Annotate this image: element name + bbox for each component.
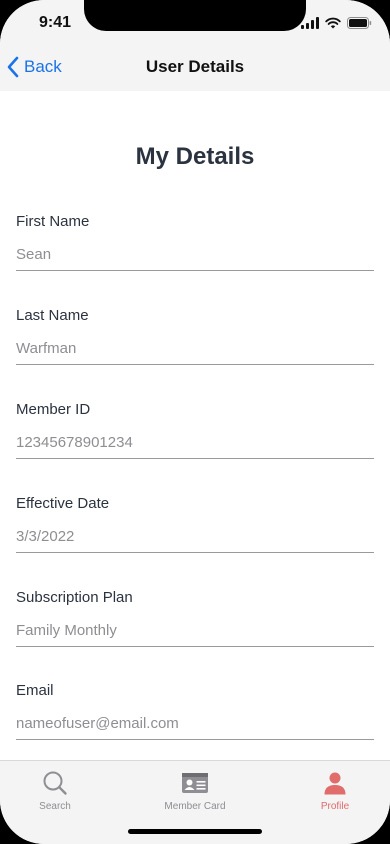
tab-label: Member Card <box>164 801 226 812</box>
field-label: Last Name <box>16 307 89 324</box>
effective-date-value[interactable]: 3/3/2022 <box>16 528 374 553</box>
id-card-icon <box>182 773 208 793</box>
search-icon <box>43 771 67 795</box>
person-icon <box>324 772 346 795</box>
field-label: Effective Date <box>16 495 110 512</box>
tab-label: Profile <box>320 801 350 812</box>
field-label: First Name <box>16 213 90 230</box>
tab-search[interactable]: Search <box>0 769 110 812</box>
member-id-field[interactable]: Member ID 12345678901234 <box>16 401 374 459</box>
field-label: Member ID <box>16 401 91 418</box>
email-value[interactable]: nameofuser@email.com <box>16 715 374 740</box>
effective-date-field[interactable]: Effective Date 3/3/2022 <box>16 495 374 553</box>
tab-member-card[interactable]: Member Card <box>140 769 250 812</box>
phone-screen: 9:41 Back User Details My Details First … <box>0 0 390 844</box>
tab-label: Search <box>39 801 71 812</box>
status-icons <box>301 16 372 30</box>
cellular-signal-icon <box>301 17 319 29</box>
battery-icon <box>347 17 372 29</box>
tab-profile[interactable]: Profile <box>280 769 390 812</box>
subscription-plan-field[interactable]: Subscription Plan Family Monthly <box>16 589 374 647</box>
first-name-value[interactable]: Sean <box>16 246 374 271</box>
page-title: My Details <box>135 143 255 170</box>
status-time: 9:41 <box>38 14 72 31</box>
member-id-value[interactable]: 12345678901234 <box>16 434 374 459</box>
nav-title: User Details <box>145 57 245 76</box>
field-label: Email <box>16 682 54 699</box>
last-name-value[interactable]: Warfman <box>16 340 374 365</box>
navigation-bar: Back User Details <box>0 44 390 91</box>
wifi-icon <box>325 17 341 29</box>
home-indicator[interactable] <box>128 829 262 834</box>
first-name-field[interactable]: First Name Sean <box>16 213 374 271</box>
field-label: Subscription Plan <box>16 589 133 606</box>
email-field[interactable]: Email nameofuser@email.com <box>16 682 374 740</box>
last-name-field[interactable]: Last Name Warfman <box>16 307 374 365</box>
device-notch <box>84 0 306 31</box>
subscription-plan-value[interactable]: Family Monthly <box>16 622 374 647</box>
